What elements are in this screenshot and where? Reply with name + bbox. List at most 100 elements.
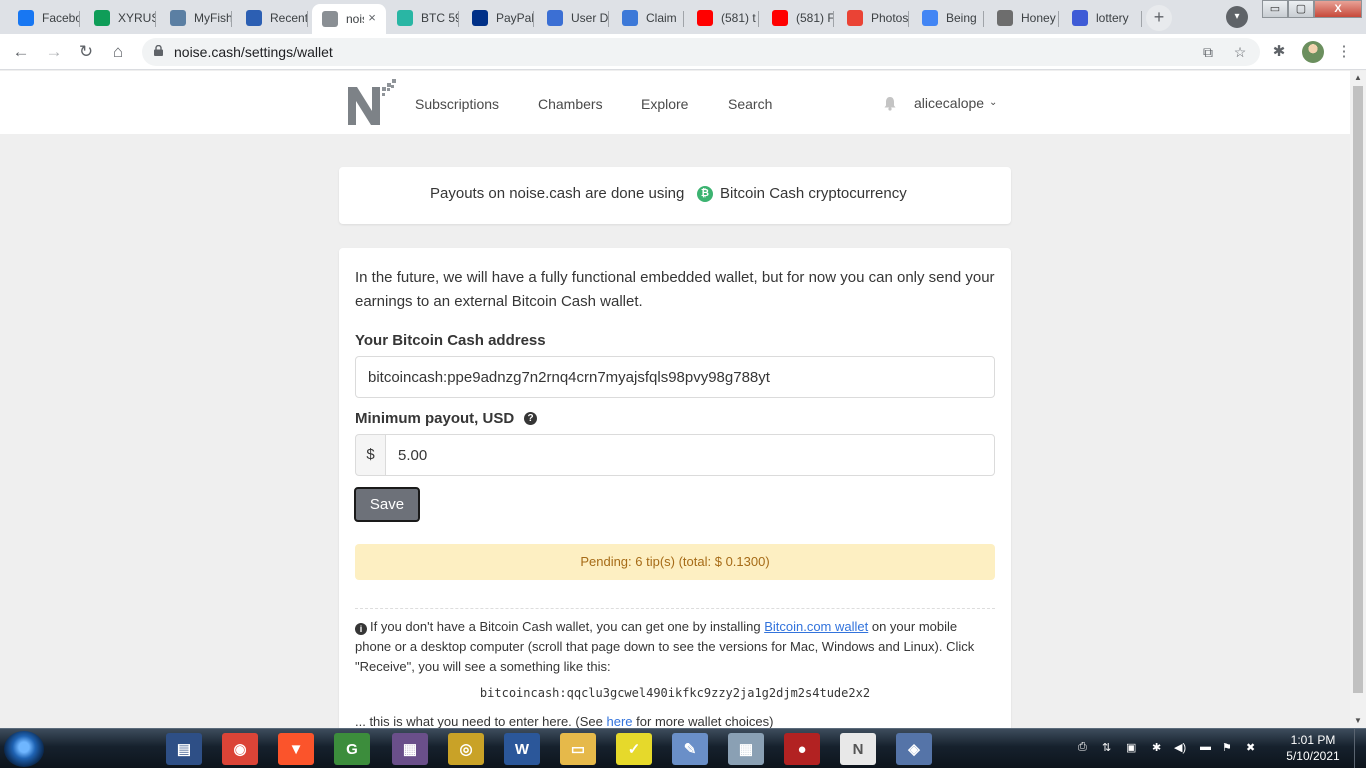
- nav-explore[interactable]: Explore: [641, 96, 688, 112]
- paint-app[interactable]: ✎: [672, 733, 708, 765]
- currency-addon: $: [355, 434, 386, 476]
- chevron-down-icon[interactable]: ⌄: [989, 97, 997, 108]
- question-circle-icon[interactable]: ?: [524, 412, 537, 425]
- browser-tab-title: Facebook: [42, 11, 80, 25]
- show-desktop-button[interactable]: [1354, 729, 1366, 768]
- browser-tab[interactable]: Facebook: [8, 4, 80, 32]
- page-scrollbar[interactable]: ▲ ▼: [1350, 71, 1366, 728]
- notepad-app[interactable]: ▤: [166, 733, 202, 765]
- notice-text-after: Bitcoin Cash cryptocurrency: [720, 185, 907, 202]
- browser-tab[interactable]: Honey: [987, 4, 1059, 32]
- new-tab-button[interactable]: +: [1146, 5, 1172, 31]
- page-viewport: Subscriptions Chambers Explore Search al…: [0, 71, 1350, 728]
- recorder-app[interactable]: ●: [784, 733, 820, 765]
- here-link[interactable]: here: [607, 714, 633, 728]
- scrollbar-thumb[interactable]: [1353, 86, 1363, 693]
- nav-search[interactable]: Search: [728, 96, 772, 112]
- scroll-up-icon[interactable]: ▲: [1350, 71, 1366, 85]
- nav-chambers[interactable]: Chambers: [538, 96, 603, 112]
- browser-tab[interactable]: BTC 59: [387, 4, 459, 32]
- forward-icon[interactable]: →: [42, 40, 66, 64]
- browser-tab-title: Being: [946, 11, 977, 25]
- home-icon[interactable]: ⌂: [106, 40, 130, 64]
- scroll-down-icon[interactable]: ▼: [1350, 714, 1366, 728]
- browser-tab[interactable]: Recent: [236, 4, 308, 32]
- browser-tab-title: XYRUS: [118, 11, 156, 25]
- browser-tab[interactable]: noise.cash×: [312, 4, 386, 34]
- chrome-app[interactable]: ◉: [222, 733, 258, 765]
- sticky-notes-app[interactable]: ✓: [616, 733, 652, 765]
- tab-search-icon[interactable]: ▾: [1226, 6, 1248, 28]
- lock-icon[interactable]: [154, 45, 163, 56]
- more-text-after: for more wallet choices): [636, 714, 774, 728]
- browser-tab[interactable]: XYRUS: [84, 4, 156, 32]
- noise-app[interactable]: N: [840, 733, 876, 765]
- wallet-settings-card: In the future, we will have a fully func…: [339, 248, 1011, 728]
- fish-icon: [170, 10, 186, 26]
- menu-dots-icon[interactable]: ⋮: [1334, 42, 1354, 62]
- wallet-intro-text: In the future, we will have a fully func…: [355, 269, 995, 310]
- bike-icon: [997, 10, 1013, 26]
- youtube-icon: [772, 10, 788, 26]
- user-menu[interactable]: alicecalope: [914, 95, 984, 111]
- explorer-app[interactable]: ▭: [560, 733, 596, 765]
- browser-tab[interactable]: (581) t: [687, 4, 759, 32]
- bluetooth-icon[interactable]: ✱: [1152, 741, 1161, 754]
- g-app[interactable]: G: [334, 733, 370, 765]
- paypal-icon: [472, 10, 488, 26]
- nav-subscriptions[interactable]: Subscriptions: [415, 96, 499, 112]
- calculator-app[interactable]: ▦: [728, 733, 764, 765]
- browser-tab[interactable]: User D: [537, 4, 609, 32]
- extensions-icon[interactable]: ✱: [1269, 42, 1289, 62]
- url-text[interactable]: noise.cash/settings/wallet: [174, 44, 333, 60]
- example-address: bitcoincash:qqclu3gcwel490ikfkc9zzy2ja1g…: [479, 686, 871, 700]
- browser-tab[interactable]: lottery: [1062, 4, 1142, 32]
- photos-icon: [847, 10, 863, 26]
- close-window-button[interactable]: X: [1314, 0, 1362, 18]
- minimize-button[interactable]: ▭: [1262, 0, 1288, 18]
- seal-app[interactable]: ◎: [448, 733, 484, 765]
- google-icon: [922, 10, 938, 26]
- open-in-app-icon[interactable]: ⧉: [1198, 42, 1218, 62]
- printer-icon[interactable]: ⎙: [1078, 741, 1087, 754]
- browser-tab[interactable]: Claim: [612, 4, 684, 32]
- bitcoin-cash-icon: ₿: [697, 186, 713, 202]
- start-button[interactable]: [4, 731, 44, 767]
- facebook-icon: [18, 10, 34, 26]
- system-clock[interactable]: 1:01 PM 5/10/2021: [1278, 732, 1348, 764]
- bitcoin-com-wallet-link[interactable]: Bitcoin.com wallet: [764, 619, 868, 634]
- browser-tab-title: BTC 59: [421, 11, 459, 25]
- brave-app[interactable]: ▼: [278, 733, 314, 765]
- close-tab-icon[interactable]: ×: [364, 10, 380, 26]
- reload-icon[interactable]: ↻: [74, 40, 98, 64]
- browser-tab-title: lottery: [1096, 11, 1129, 25]
- bitcoin-cash-address-input[interactable]: [355, 356, 995, 398]
- word-app[interactable]: W: [504, 733, 540, 765]
- save-button[interactable]: Save: [354, 487, 420, 522]
- network-app[interactable]: ▦: [392, 733, 428, 765]
- alert-icon[interactable]: ✖: [1246, 741, 1255, 754]
- browser-tab[interactable]: MyFish: [160, 4, 232, 32]
- clock-date: 5/10/2021: [1286, 749, 1340, 763]
- info-text-before: If you don't have a Bitcoin Cash wallet,…: [370, 619, 761, 634]
- browser-tab[interactable]: (581) F: [762, 4, 834, 32]
- browser-tab[interactable]: Photos: [837, 4, 909, 32]
- profile-avatar[interactable]: [1302, 41, 1324, 63]
- network-icon[interactable]: ⇅: [1102, 741, 1111, 754]
- browser-tab[interactable]: PayPal: [462, 4, 534, 32]
- address-bar[interactable]: noise.cash/settings/wallet ⧉ ☆: [142, 38, 1260, 66]
- flag-icon[interactable]: ⚑: [1222, 741, 1232, 754]
- volume-icon[interactable]: ◀): [1174, 741, 1186, 754]
- power-icon[interactable]: ▬: [1200, 741, 1211, 753]
- minimum-payout-input[interactable]: [385, 434, 995, 476]
- remote-app[interactable]: ◈: [896, 733, 932, 765]
- pending-tips-notification: Pending: 6 tip(s) (total: $ 0.1300): [355, 544, 995, 580]
- monitor-icon[interactable]: ▣: [1126, 741, 1136, 754]
- browser-tab[interactable]: Being: [912, 4, 984, 32]
- back-icon[interactable]: ←: [9, 40, 33, 64]
- bell-icon[interactable]: [883, 96, 897, 111]
- notice-text-before: Payouts on noise.cash are done using: [430, 185, 685, 202]
- bookmark-star-icon[interactable]: ☆: [1230, 42, 1250, 62]
- noise-cash-logo[interactable]: [346, 79, 396, 127]
- maximize-button[interactable]: ▢: [1288, 0, 1314, 18]
